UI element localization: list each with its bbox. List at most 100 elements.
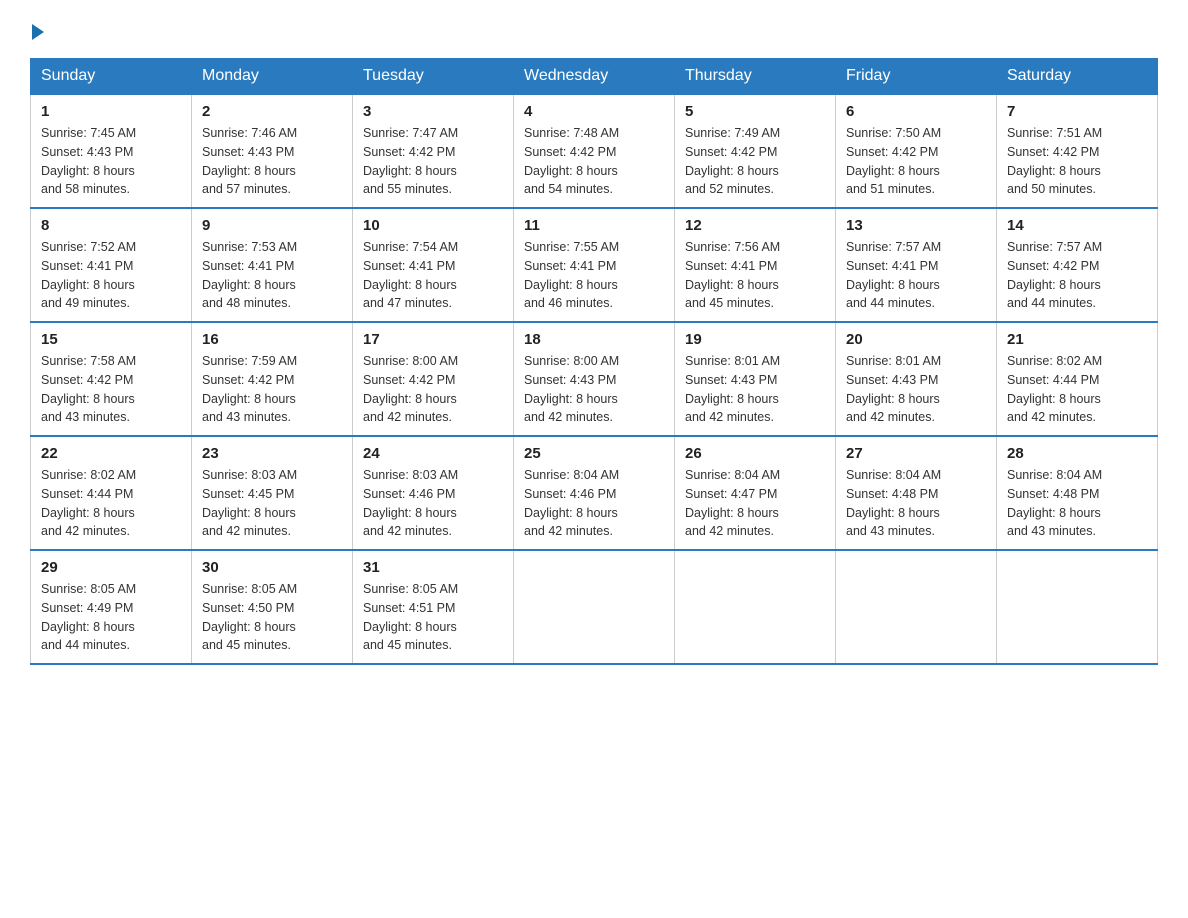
day-cell: 20 Sunrise: 8:01 AMSunset: 4:43 PMDaylig… [836, 322, 997, 436]
day-cell: 24 Sunrise: 8:03 AMSunset: 4:46 PMDaylig… [353, 436, 514, 550]
day-info: Sunrise: 7:59 AMSunset: 4:42 PMDaylight:… [202, 352, 342, 427]
day-cell: 23 Sunrise: 8:03 AMSunset: 4:45 PMDaylig… [192, 436, 353, 550]
day-cell: 4 Sunrise: 7:48 AMSunset: 4:42 PMDayligh… [514, 94, 675, 208]
week-row-4: 22 Sunrise: 8:02 AMSunset: 4:44 PMDaylig… [31, 436, 1158, 550]
day-info: Sunrise: 8:05 AMSunset: 4:49 PMDaylight:… [41, 580, 181, 655]
weekday-header-monday: Monday [192, 59, 353, 95]
day-cell: 12 Sunrise: 7:56 AMSunset: 4:41 PMDaylig… [675, 208, 836, 322]
day-number: 11 [524, 217, 664, 234]
day-cell [675, 550, 836, 664]
day-cell [997, 550, 1158, 664]
day-number: 10 [363, 217, 503, 234]
day-info: Sunrise: 7:48 AMSunset: 4:42 PMDaylight:… [524, 124, 664, 199]
day-number: 28 [1007, 445, 1147, 462]
day-info: Sunrise: 7:46 AMSunset: 4:43 PMDaylight:… [202, 124, 342, 199]
day-number: 22 [41, 445, 181, 462]
day-cell: 15 Sunrise: 7:58 AMSunset: 4:42 PMDaylig… [31, 322, 192, 436]
day-info: Sunrise: 7:58 AMSunset: 4:42 PMDaylight:… [41, 352, 181, 427]
day-cell: 7 Sunrise: 7:51 AMSunset: 4:42 PMDayligh… [997, 94, 1158, 208]
day-info: Sunrise: 7:51 AMSunset: 4:42 PMDaylight:… [1007, 124, 1147, 199]
weekday-header-saturday: Saturday [997, 59, 1158, 95]
day-number: 16 [202, 331, 342, 348]
day-cell: 2 Sunrise: 7:46 AMSunset: 4:43 PMDayligh… [192, 94, 353, 208]
weekday-header-thursday: Thursday [675, 59, 836, 95]
day-info: Sunrise: 7:52 AMSunset: 4:41 PMDaylight:… [41, 238, 181, 313]
day-number: 12 [685, 217, 825, 234]
day-number: 5 [685, 103, 825, 120]
day-info: Sunrise: 7:47 AMSunset: 4:42 PMDaylight:… [363, 124, 503, 199]
day-number: 7 [1007, 103, 1147, 120]
weekday-header-wednesday: Wednesday [514, 59, 675, 95]
day-info: Sunrise: 8:04 AMSunset: 4:48 PMDaylight:… [1007, 466, 1147, 541]
day-cell: 1 Sunrise: 7:45 AMSunset: 4:43 PMDayligh… [31, 94, 192, 208]
day-number: 4 [524, 103, 664, 120]
day-cell [514, 550, 675, 664]
day-info: Sunrise: 8:04 AMSunset: 4:48 PMDaylight:… [846, 466, 986, 541]
day-number: 2 [202, 103, 342, 120]
day-info: Sunrise: 8:01 AMSunset: 4:43 PMDaylight:… [685, 352, 825, 427]
day-number: 17 [363, 331, 503, 348]
day-number: 27 [846, 445, 986, 462]
day-cell: 27 Sunrise: 8:04 AMSunset: 4:48 PMDaylig… [836, 436, 997, 550]
day-info: Sunrise: 8:05 AMSunset: 4:50 PMDaylight:… [202, 580, 342, 655]
day-info: Sunrise: 7:45 AMSunset: 4:43 PMDaylight:… [41, 124, 181, 199]
day-number: 9 [202, 217, 342, 234]
weekday-header-sunday: Sunday [31, 59, 192, 95]
day-number: 25 [524, 445, 664, 462]
day-cell: 19 Sunrise: 8:01 AMSunset: 4:43 PMDaylig… [675, 322, 836, 436]
day-info: Sunrise: 7:53 AMSunset: 4:41 PMDaylight:… [202, 238, 342, 313]
header [30, 20, 1158, 40]
day-cell: 31 Sunrise: 8:05 AMSunset: 4:51 PMDaylig… [353, 550, 514, 664]
day-number: 19 [685, 331, 825, 348]
logo [30, 20, 44, 40]
day-info: Sunrise: 7:49 AMSunset: 4:42 PMDaylight:… [685, 124, 825, 199]
day-number: 8 [41, 217, 181, 234]
day-info: Sunrise: 8:00 AMSunset: 4:43 PMDaylight:… [524, 352, 664, 427]
day-info: Sunrise: 8:05 AMSunset: 4:51 PMDaylight:… [363, 580, 503, 655]
day-cell: 29 Sunrise: 8:05 AMSunset: 4:49 PMDaylig… [31, 550, 192, 664]
weekday-header-friday: Friday [836, 59, 997, 95]
day-cell: 6 Sunrise: 7:50 AMSunset: 4:42 PMDayligh… [836, 94, 997, 208]
day-info: Sunrise: 8:01 AMSunset: 4:43 PMDaylight:… [846, 352, 986, 427]
week-row-1: 1 Sunrise: 7:45 AMSunset: 4:43 PMDayligh… [31, 94, 1158, 208]
day-cell: 30 Sunrise: 8:05 AMSunset: 4:50 PMDaylig… [192, 550, 353, 664]
day-number: 6 [846, 103, 986, 120]
day-cell: 25 Sunrise: 8:04 AMSunset: 4:46 PMDaylig… [514, 436, 675, 550]
day-number: 15 [41, 331, 181, 348]
day-number: 31 [363, 559, 503, 576]
day-cell: 16 Sunrise: 7:59 AMSunset: 4:42 PMDaylig… [192, 322, 353, 436]
weekday-header-row: SundayMondayTuesdayWednesdayThursdayFrid… [31, 59, 1158, 95]
day-cell: 26 Sunrise: 8:04 AMSunset: 4:47 PMDaylig… [675, 436, 836, 550]
day-number: 14 [1007, 217, 1147, 234]
day-number: 13 [846, 217, 986, 234]
day-number: 1 [41, 103, 181, 120]
day-info: Sunrise: 7:57 AMSunset: 4:42 PMDaylight:… [1007, 238, 1147, 313]
week-row-5: 29 Sunrise: 8:05 AMSunset: 4:49 PMDaylig… [31, 550, 1158, 664]
day-number: 29 [41, 559, 181, 576]
day-info: Sunrise: 8:04 AMSunset: 4:47 PMDaylight:… [685, 466, 825, 541]
day-info: Sunrise: 7:55 AMSunset: 4:41 PMDaylight:… [524, 238, 664, 313]
day-info: Sunrise: 8:02 AMSunset: 4:44 PMDaylight:… [1007, 352, 1147, 427]
week-row-3: 15 Sunrise: 7:58 AMSunset: 4:42 PMDaylig… [31, 322, 1158, 436]
calendar-table: SundayMondayTuesdayWednesdayThursdayFrid… [30, 58, 1158, 665]
day-cell: 8 Sunrise: 7:52 AMSunset: 4:41 PMDayligh… [31, 208, 192, 322]
day-info: Sunrise: 7:50 AMSunset: 4:42 PMDaylight:… [846, 124, 986, 199]
day-number: 3 [363, 103, 503, 120]
day-cell: 13 Sunrise: 7:57 AMSunset: 4:41 PMDaylig… [836, 208, 997, 322]
week-row-2: 8 Sunrise: 7:52 AMSunset: 4:41 PMDayligh… [31, 208, 1158, 322]
day-cell [836, 550, 997, 664]
day-info: Sunrise: 8:00 AMSunset: 4:42 PMDaylight:… [363, 352, 503, 427]
day-cell: 22 Sunrise: 8:02 AMSunset: 4:44 PMDaylig… [31, 436, 192, 550]
day-info: Sunrise: 8:03 AMSunset: 4:45 PMDaylight:… [202, 466, 342, 541]
logo-triangle-icon [32, 24, 44, 40]
day-info: Sunrise: 8:04 AMSunset: 4:46 PMDaylight:… [524, 466, 664, 541]
day-number: 18 [524, 331, 664, 348]
day-number: 26 [685, 445, 825, 462]
day-cell: 18 Sunrise: 8:00 AMSunset: 4:43 PMDaylig… [514, 322, 675, 436]
day-cell: 28 Sunrise: 8:04 AMSunset: 4:48 PMDaylig… [997, 436, 1158, 550]
day-cell: 5 Sunrise: 7:49 AMSunset: 4:42 PMDayligh… [675, 94, 836, 208]
day-number: 23 [202, 445, 342, 462]
day-cell: 3 Sunrise: 7:47 AMSunset: 4:42 PMDayligh… [353, 94, 514, 208]
day-number: 21 [1007, 331, 1147, 348]
day-number: 20 [846, 331, 986, 348]
